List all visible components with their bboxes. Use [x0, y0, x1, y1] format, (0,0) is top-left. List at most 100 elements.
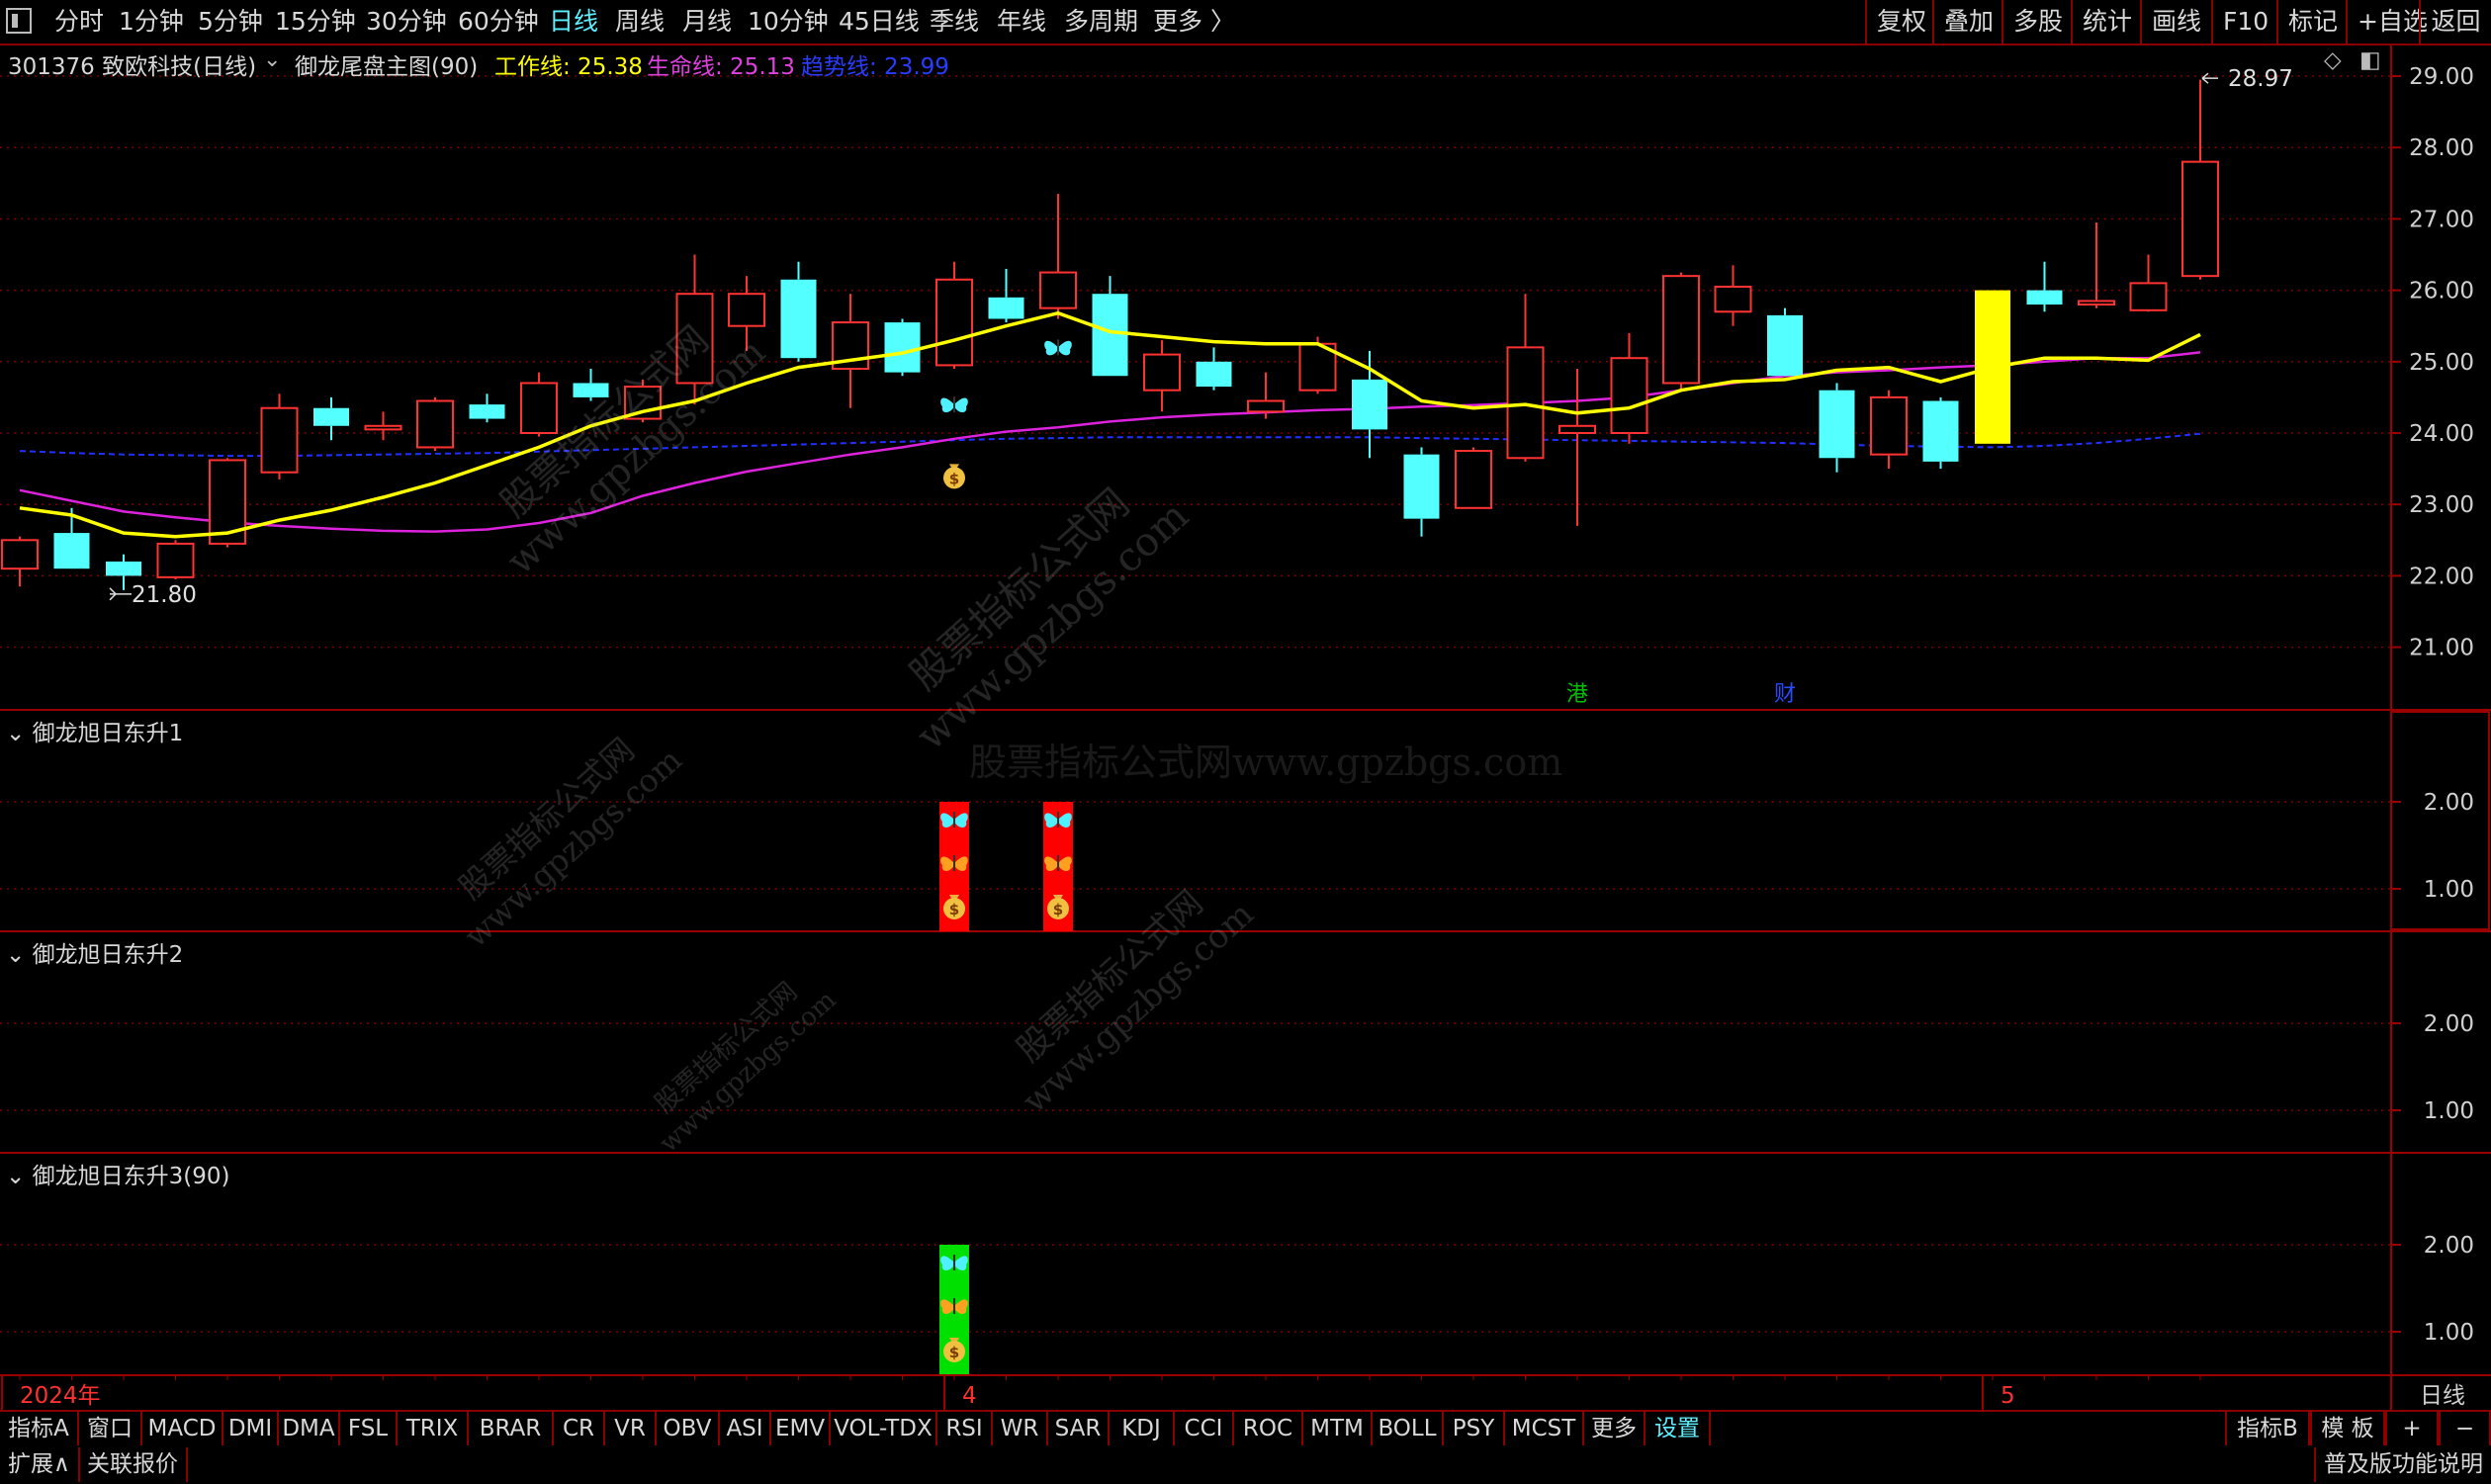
indicator-tab[interactable]: 指标A [0, 1412, 79, 1445]
indicator-tab[interactable]: BRAR [469, 1412, 554, 1445]
candle-down [884, 322, 921, 373]
period-tab[interactable]: 更多 〉 [1153, 0, 1235, 44]
period-tab[interactable]: 季线 [930, 0, 979, 44]
period-tab[interactable]: 月线 [682, 0, 732, 44]
toolbar-button[interactable]: 画线 [2140, 0, 2211, 44]
indicator-tab[interactable]: EMV [771, 1412, 831, 1445]
panel1-butterfly-icon [1044, 812, 1072, 828]
toolbar-button[interactable]: 标记 [2276, 0, 2346, 44]
watermark-stamp: 股票指标公式网www.gpzbgs.com [452, 731, 689, 955]
period-label: 日线 [2420, 1383, 2465, 1409]
candle-down [313, 407, 349, 426]
toolbar-button[interactable]: F10 [2211, 0, 2276, 44]
chart-area: 29.00 28.00 27.00 26.00 25.00 24.00 23.00 22.00… [0, 45, 2491, 1410]
indicator-tab[interactable]: VOL-TDX [831, 1412, 937, 1445]
panel3-toggle-icon[interactable]: ⌄ [6, 1164, 25, 1189]
life-line-label: 生命线: 25.13 [647, 54, 795, 80]
indicator-name[interactable]: 御龙尾盘主图(90) [295, 47, 478, 81]
candle-up [1714, 285, 1752, 313]
indicator-tab-right[interactable]: 指标B [2225, 1412, 2310, 1445]
indicator-tab[interactable]: FSL [340, 1412, 398, 1445]
period-toolbar: 分时 1分钟 5分钟 15分钟 30分钟 60分钟 日线 周线 月线 10分钟 45日线 季线 年线 多周… [0, 0, 2491, 45]
panel-layout-icon[interactable]: ◧ [2359, 47, 2381, 73]
indicator-tab[interactable]: ASI [720, 1412, 771, 1445]
period-tab[interactable]: 60分钟 [458, 0, 539, 44]
indicator-tab[interactable]: PSY [1444, 1412, 1505, 1445]
candle-down [1092, 294, 1128, 377]
indicator-tab[interactable]: RSI [937, 1412, 993, 1445]
period-tab[interactable]: 1分钟 [119, 0, 184, 44]
period-tab[interactable]: 45日线 [839, 0, 920, 44]
linked-quote-button[interactable]: 关联报价 [79, 1447, 188, 1482]
signal-butterfly-icon [1044, 339, 1072, 356]
period-tab[interactable]: 日线 [549, 0, 598, 44]
indicator-tab[interactable]: DMA [279, 1412, 340, 1445]
toolbar-button[interactable]: 多股 [2002, 0, 2071, 44]
indicator-tab[interactable]: 更多 [1584, 1412, 1646, 1445]
indicator-tab[interactable]: CR [554, 1412, 605, 1445]
indicator-toggle-icon[interactable]: ⌄ [263, 47, 281, 72]
price-tick-label: 27.00 [2409, 207, 2474, 232]
candle-up [728, 293, 765, 327]
sidebar-toggle-icon[interactable] [6, 8, 32, 34]
toolbar-button[interactable]: 叠加 [1932, 0, 2002, 44]
period-tab[interactable]: 周线 [615, 0, 665, 44]
period-tab[interactable]: 15分钟 [275, 0, 356, 44]
panel1-title[interactable]: ⌄ 御龙旭日东升1 [6, 714, 183, 747]
indicator-tab[interactable]: OBV [657, 1412, 720, 1445]
candle-up [416, 399, 454, 449]
indicator-tab[interactable]: ROC [1234, 1412, 1303, 1445]
indicator-tab[interactable]: TRIX [398, 1412, 469, 1445]
indicator-tab[interactable]: MACD [142, 1412, 223, 1445]
panel2-title[interactable]: ⌄ 御龙旭日东升2 [6, 935, 183, 969]
toolbar-button[interactable]: +自选 [2346, 0, 2428, 44]
indicator-tab-right[interactable]: − [2439, 1412, 2491, 1445]
period-tab[interactable]: 5分钟 [198, 0, 263, 44]
period-tab[interactable]: 多周期 [1064, 0, 1138, 44]
panel1-toggle-icon[interactable]: ⌄ [6, 721, 25, 746]
candle-up [1247, 399, 1285, 413]
panel1-orange-butterfly-icon [940, 855, 968, 871]
indicator-tab[interactable]: MCST [1505, 1412, 1584, 1445]
watermark-stamp: 股票指标公式网www.gpzbgs.com [650, 977, 842, 1159]
toolbar-button[interactable]: 统计 [2071, 0, 2140, 44]
period-tab[interactable]: 10分钟 [748, 0, 829, 44]
period-tab[interactable]: 年线 [997, 0, 1046, 44]
indicator-tab[interactable]: SAR [1048, 1412, 1110, 1445]
indicator-tab[interactable]: DMI [223, 1412, 279, 1445]
panel2-toggle-icon[interactable]: ⌄ [6, 942, 25, 968]
indicator-tab[interactable]: CCI [1175, 1412, 1234, 1445]
candle-up [2078, 300, 2115, 306]
period-tab[interactable]: 30分钟 [366, 0, 447, 44]
candle-up [260, 406, 299, 474]
panel1-butterfly-icon [940, 812, 968, 828]
panel3-title[interactable]: ⌄ 御龙旭日东升3(90) [6, 1157, 229, 1190]
indicator-tab[interactable]: MTM [1303, 1412, 1373, 1445]
signal-butterfly-icon [940, 396, 968, 413]
price-tick-label: 28.00 [2409, 135, 2474, 161]
candle-up [1506, 346, 1545, 460]
period-tab[interactable]: 分时 [54, 0, 104, 44]
toolbar-button[interactable]: 返回 [2419, 0, 2491, 44]
panel-tick-label: 2.00 [2424, 790, 2474, 816]
indicator-tab[interactable]: WR [993, 1412, 1048, 1445]
toolbar-button[interactable]: 复权 [1865, 0, 1932, 44]
indicator-tab-right[interactable]: + [2385, 1412, 2439, 1445]
indicator-tab[interactable]: VR [605, 1412, 657, 1445]
money-bag-symbol: $ [949, 470, 959, 487]
kline-chart[interactable]: 29.00 28.00 27.00 26.00 25.00 24.00 23.00 22.00… [0, 45, 2491, 1410]
expand-button[interactable]: 扩展∧ [0, 1447, 80, 1482]
diamond-icon[interactable]: ◇ [2324, 47, 2342, 73]
watermark-stamp: 股票指标公式网www.gpzbgs.com [902, 480, 1198, 760]
high-marker-label: 28.97 [2228, 66, 2293, 92]
indicator-tab[interactable]: BOLL [1373, 1412, 1444, 1445]
version-help-button[interactable]: 普及版功能说明 [2314, 1447, 2491, 1482]
indicator-tab-right[interactable]: 模 板 [2310, 1412, 2385, 1445]
trend-line-label: 趋势线: 23.99 [801, 54, 949, 80]
price-tick-label: 21.00 [2409, 636, 2474, 661]
indicator-tab[interactable]: 设置 [1646, 1412, 1711, 1445]
price-tick-label: 24.00 [2409, 421, 2474, 447]
candle-down [1922, 400, 1959, 462]
indicator-tab[interactable]: 窗口 [79, 1412, 142, 1445]
indicator-tab[interactable]: KDJ [1110, 1412, 1175, 1445]
